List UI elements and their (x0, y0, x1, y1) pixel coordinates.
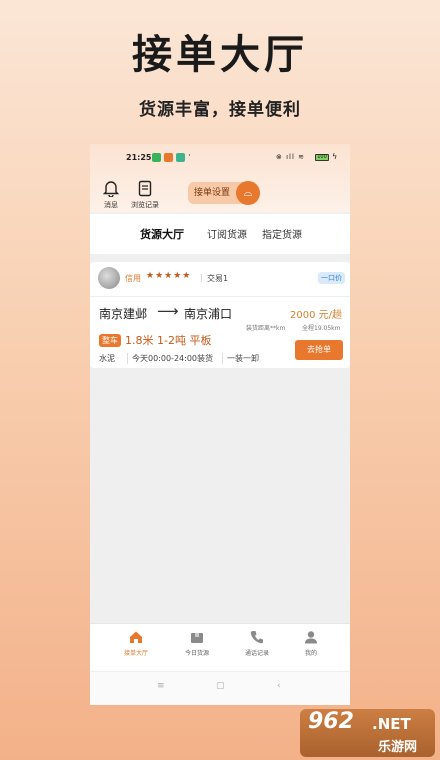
history-button[interactable]: 浏览记录 (125, 180, 165, 210)
grab-order-button[interactable]: 去抢单 (295, 340, 343, 360)
phone-screen: 21:25 · ⊗ ıll ≋ 100 ϟ 消息 浏览记录 接单设置 ⌓ 货源大… (90, 144, 350, 705)
watermark-net: .NET (372, 715, 411, 733)
separator: | (200, 273, 203, 282)
order-settings-button[interactable]: 接单设置 ⌓ (188, 181, 260, 205)
pickup-distance: 装货距离**km (246, 325, 286, 332)
order-settings-label: 接单设置 (194, 188, 231, 198)
load-method: 一装一卸 (222, 353, 259, 364)
messages-label: 消息 (104, 201, 118, 209)
history-label: 浏览记录 (131, 201, 159, 209)
load-time: 今天00:00-24:00装货 (127, 353, 213, 364)
bottom-nav: 接单大厅 今日货源 通话记录 我的 (90, 623, 350, 671)
battery-icon: 100 (315, 154, 329, 161)
cargo-listing-card[interactable]: 信用 ★★★★★ | 交易1 一口价 南京建邺 ⟶ 南京浦口 2000 元/趟 … (90, 262, 350, 368)
menu-icon[interactable]: ≡ (157, 681, 165, 691)
nav-today-cargo[interactable]: 今日货源 (172, 630, 222, 657)
price-type-badge: 一口价 (318, 272, 345, 284)
bell-icon (103, 181, 119, 197)
home-icon (130, 631, 142, 643)
charging-icon: ϟ (332, 152, 338, 161)
notification-app-icon (176, 153, 185, 162)
tab-cargo-hall[interactable]: 货源大厅 (140, 226, 184, 242)
cargo-box-icon (191, 633, 203, 643)
notification-app-icon (152, 153, 161, 162)
tab-assigned[interactable]: 指定货源 (262, 226, 302, 241)
nav-label: 通话记录 (244, 650, 269, 657)
system-nav-bar: ≡ ▢ ‹ (90, 672, 350, 705)
signal-wifi-icon: ⊗ ıll ≋ (276, 153, 306, 161)
nav-label: 我的 (304, 650, 317, 657)
nav-order-hall[interactable]: 接单大厅 (111, 630, 161, 657)
nav-label: 接单大厅 (123, 650, 148, 657)
total-distance: 全程19.05km (302, 325, 341, 332)
watermark-number: 962 (308, 709, 354, 734)
app-header: 21:25 · ⊗ ıll ≋ 100 ϟ 消息 浏览记录 接单设置 ⌓ (90, 144, 350, 212)
trade-count: 交易1 (207, 274, 229, 283)
freight-price: 2000 元/趟 (290, 310, 342, 321)
nav-call-records[interactable]: 通话记录 (232, 630, 282, 657)
vehicle-type-tag: 整车 (99, 334, 121, 347)
vehicle-spec: 1.8米 1-2吨 平板 (125, 334, 212, 347)
credit-label: 信用 (125, 274, 141, 283)
promo-subtitle: 货源丰富，接单便利 (139, 100, 301, 120)
origin-city: 南京建邺 (99, 307, 148, 321)
user-icon (305, 631, 317, 644)
headset-icon: ⌓ (236, 181, 260, 205)
status-time: 21:25 (126, 153, 152, 162)
phone-icon (250, 631, 263, 644)
promo-title: 接单大厅 (132, 32, 308, 78)
nav-profile[interactable]: 我的 (286, 630, 336, 657)
nav-label: 今日货源 (184, 650, 209, 657)
tab-subscribed[interactable]: 订阅货源 (207, 226, 247, 241)
back-icon[interactable]: ‹ (277, 681, 281, 691)
tab-bar: 货源大厅 订阅货源 指定货源 (90, 214, 350, 254)
avatar (98, 267, 120, 289)
home-square-icon[interactable]: ▢ (216, 681, 225, 691)
document-icon (138, 180, 152, 197)
route-arrow-icon: ⟶ (157, 302, 179, 320)
star-rating: ★★★★★ (146, 271, 192, 281)
watermark-logo: 962 .NET 乐游网 (300, 709, 435, 757)
watermark-site-name: 乐游网 (378, 740, 418, 755)
notification-app-icon (164, 153, 173, 162)
goods-type: 水泥 (99, 354, 115, 363)
status-dot: · (188, 151, 191, 161)
status-bar: 21:25 · ⊗ ıll ≋ 100 ϟ (90, 150, 350, 166)
divider (90, 296, 350, 297)
destination-city: 南京浦口 (184, 307, 233, 321)
